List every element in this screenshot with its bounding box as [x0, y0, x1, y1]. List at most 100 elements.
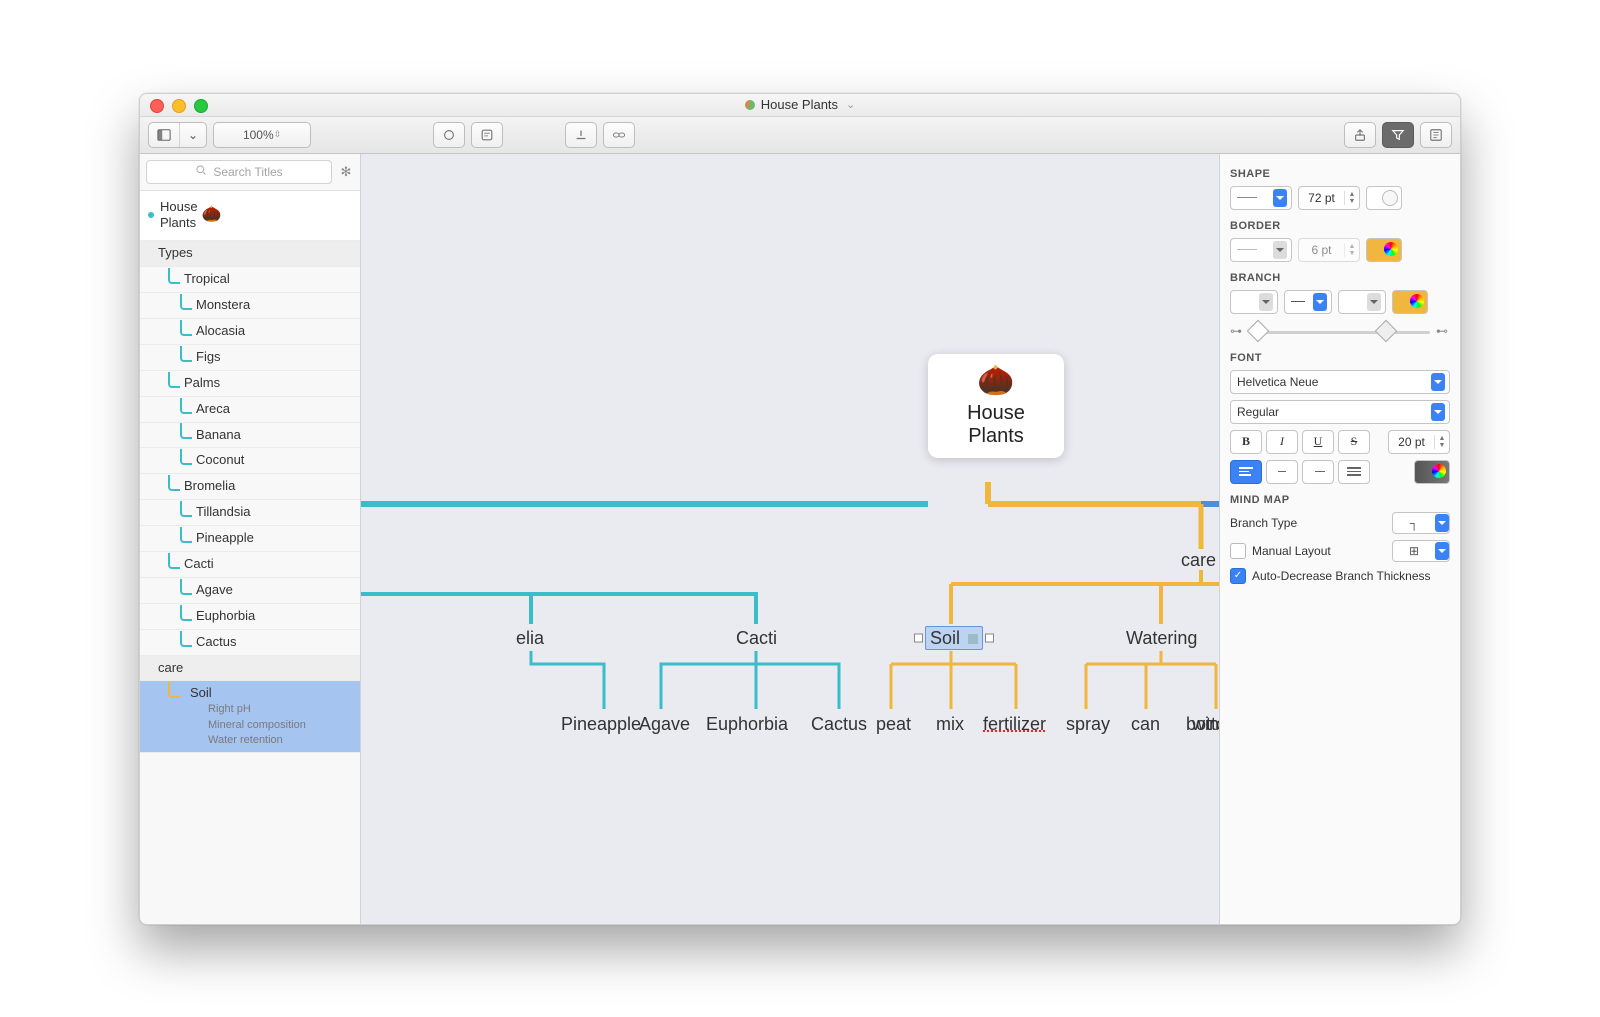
search-input[interactable]: Search Titles: [146, 160, 332, 184]
align-right-button[interactable]: [1302, 460, 1334, 484]
slider-handle-icon[interactable]: [1247, 319, 1270, 342]
text-align-group: [1230, 460, 1370, 484]
leaf-peat[interactable]: peat: [876, 714, 911, 735]
note-button[interactable]: [471, 122, 503, 148]
search-placeholder: Search Titles: [213, 165, 282, 179]
outline-root-title: House Plants: [160, 199, 198, 233]
outline-palms[interactable]: Palms: [140, 371, 360, 397]
outline-monstera[interactable]: Monstera: [140, 293, 360, 319]
resize-handle-icon[interactable]: [914, 633, 923, 642]
branch-icon: [180, 449, 192, 465]
branch-type-label: Branch Type: [1230, 516, 1297, 530]
branch-thickness-slider[interactable]: [1250, 320, 1430, 342]
branch-color-swatch[interactable]: [1392, 290, 1428, 314]
leaf-fertilizer[interactable]: fertilizer: [983, 714, 1046, 735]
node-cacti[interactable]: Cacti: [736, 628, 777, 649]
outline-types[interactable]: Types: [140, 241, 360, 267]
branch-icon: [180, 631, 192, 647]
align-justify-button[interactable]: [1338, 460, 1370, 484]
view-segmented[interactable]: ⌄: [148, 122, 207, 148]
outline-tropical[interactable]: Tropical: [140, 267, 360, 293]
branch-type-select[interactable]: ┐: [1392, 512, 1450, 534]
inspector-toggle-button[interactable]: [1420, 122, 1452, 148]
resize-handle-icon[interactable]: [985, 633, 994, 642]
leaf-spray[interactable]: spray: [1066, 714, 1110, 735]
document-title[interactable]: House Plants ⌄: [745, 97, 856, 112]
manual-layout-checkbox[interactable]: Manual Layout: [1230, 543, 1331, 559]
root-node-title: House Plants: [936, 402, 1056, 448]
leaf-pineapple[interactable]: Pineapple: [561, 714, 641, 735]
outline-bromelia[interactable]: Bromelia: [140, 474, 360, 500]
node-watering[interactable]: Watering: [1126, 628, 1197, 649]
leaf-mix[interactable]: mix: [936, 714, 964, 735]
slider-handle-icon[interactable]: [1375, 319, 1398, 342]
outline-pineapple[interactable]: Pineapple: [140, 526, 360, 552]
italic-button[interactable]: I: [1266, 430, 1298, 454]
outline-euphorbia[interactable]: Euphorbia: [140, 604, 360, 630]
node-soil-selected[interactable]: Soil: [925, 628, 983, 649]
tree-bullet-icon: [148, 212, 154, 218]
outline-cactus[interactable]: Cactus: [140, 630, 360, 656]
outline-types-label: Types: [148, 245, 193, 262]
zoom-select[interactable]: 100% ⇳: [213, 122, 311, 148]
zoom-window-button[interactable]: [194, 99, 208, 113]
close-window-button[interactable]: [150, 99, 164, 113]
align-center-button[interactable]: [1266, 460, 1298, 484]
shape-style-select[interactable]: [1230, 186, 1292, 210]
outline-root[interactable]: House Plants 🌰: [140, 191, 360, 242]
auto-decrease-checkbox[interactable]: Auto-Decrease Branch Thickness: [1230, 568, 1431, 584]
root-node[interactable]: 🌰 House Plants: [928, 354, 1064, 458]
link-button[interactable]: [603, 122, 635, 148]
outline-cacti[interactable]: Cacti: [140, 552, 360, 578]
shape-size-field[interactable]: 72 pt▲▼: [1298, 186, 1360, 210]
layout-style-select[interactable]: ⊞: [1392, 540, 1450, 562]
font-family-select[interactable]: Helvetica Neue: [1230, 370, 1450, 394]
strike-button[interactable]: S: [1338, 430, 1370, 454]
outline-agave[interactable]: Agave: [140, 578, 360, 604]
minimize-window-button[interactable]: [172, 99, 186, 113]
leaf-can[interactable]: can: [1131, 714, 1160, 735]
outline-tillandsia[interactable]: Tillandsia: [140, 500, 360, 526]
text-color-swatch[interactable]: [1414, 460, 1450, 484]
sidebar-toggle-icon[interactable]: [149, 123, 180, 147]
search-icon: [195, 164, 207, 179]
border-color-swatch[interactable]: [1366, 238, 1402, 262]
underline-button[interactable]: U: [1302, 430, 1334, 454]
outline-alocasia[interactable]: Alocasia: [140, 319, 360, 345]
outline-areca[interactable]: Areca: [140, 397, 360, 423]
border-size-field[interactable]: 6 pt▲▼: [1298, 238, 1360, 262]
thin-end-icon: ⊶: [1230, 324, 1244, 338]
branch-icon: [168, 682, 180, 698]
gear-icon[interactable]: ✻: [338, 164, 354, 180]
outline-care[interactable]: care: [140, 656, 360, 682]
branch-start-select[interactable]: [1230, 290, 1278, 314]
mindmap-canvas[interactable]: 🌰 House Plants care elia Cacti Soil Wate…: [361, 154, 1219, 924]
node-elia[interactable]: elia: [516, 628, 544, 649]
outline-figs[interactable]: Figs: [140, 345, 360, 371]
font-size-field[interactable]: 20 pt▲▼: [1388, 430, 1450, 454]
leaf-wind[interactable]: wind: [1192, 714, 1219, 735]
leaf-cactus[interactable]: Cactus: [811, 714, 867, 735]
node-care[interactable]: care: [1181, 550, 1216, 571]
outline-soil-note3: Water retention: [168, 733, 283, 748]
branch-icon: [180, 320, 192, 336]
outline-soil-note2: Mineral composition: [168, 718, 306, 733]
chevron-down-icon[interactable]: ⌄: [180, 123, 206, 147]
shape-fill-swatch[interactable]: [1366, 186, 1402, 210]
branch-end-select[interactable]: [1338, 290, 1386, 314]
share-button[interactable]: [1344, 122, 1376, 148]
section-branch: BRANCH: [1230, 272, 1450, 284]
outline-coconut[interactable]: Coconut: [140, 448, 360, 474]
branch-line-select[interactable]: [1284, 290, 1332, 314]
leaf-agave[interactable]: Agave: [639, 714, 690, 735]
bold-button[interactable]: B: [1230, 430, 1262, 454]
leaf-euphorbia[interactable]: Euphorbia: [706, 714, 788, 735]
topic-insert-button[interactable]: [565, 122, 597, 148]
filter-button[interactable]: [1382, 122, 1414, 148]
outline-banana[interactable]: Banana: [140, 423, 360, 449]
border-style-select[interactable]: [1230, 238, 1292, 262]
align-left-button[interactable]: [1230, 460, 1262, 484]
focus-button[interactable]: [433, 122, 465, 148]
outline-soil-selected[interactable]: Soil Right pH Mineral composition Water …: [140, 681, 360, 753]
font-weight-select[interactable]: Regular: [1230, 400, 1450, 424]
